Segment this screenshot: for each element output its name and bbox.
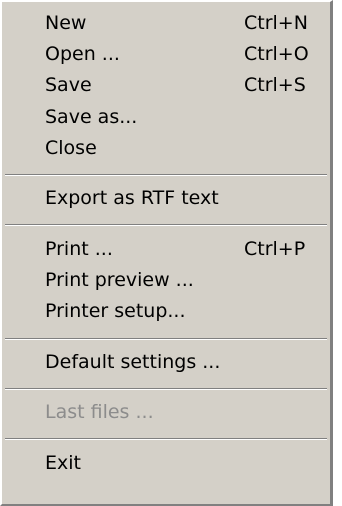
menu-item-new-shortcut: Ctrl+N: [244, 12, 308, 34]
menu-separator: [5, 224, 327, 226]
menu-item-printer-setup-label: Printer setup...: [45, 300, 186, 322]
menu-item-default-settings-label: Default settings ...: [45, 351, 221, 373]
menu-item-save-label: Save: [45, 74, 92, 96]
menu-item-save[interactable]: Save Ctrl+S: [2, 70, 330, 101]
menu-item-save-shortcut: Ctrl+S: [244, 74, 306, 96]
menu-item-last-files-label: Last files ...: [45, 401, 154, 423]
menu-item-save-as-label: Save as...: [45, 106, 138, 128]
menu-separator: [5, 438, 327, 440]
menu-separator: [5, 338, 327, 340]
menu-separator: [5, 388, 327, 390]
file-menu: New Ctrl+N Open ... Ctrl+O Save Ctrl+S S…: [0, 0, 333, 506]
menu-item-print-label: Print ...: [45, 238, 113, 260]
menu-item-save-as[interactable]: Save as...: [2, 102, 330, 133]
menu-item-open-shortcut: Ctrl+O: [244, 43, 309, 65]
menu-item-printer-setup[interactable]: Printer setup...: [2, 296, 330, 327]
menu-item-print-preview[interactable]: Print preview ...: [2, 265, 330, 296]
menu-item-close[interactable]: Close: [2, 133, 330, 164]
menu-item-close-label: Close: [45, 137, 97, 159]
menu-item-exit-label: Exit: [45, 452, 81, 474]
menu-item-export-rtf-label: Export as RTF text: [45, 187, 219, 209]
menu-item-new-label: New: [45, 12, 87, 34]
menu-separator: [5, 174, 327, 176]
menu-item-open[interactable]: Open ... Ctrl+O: [2, 39, 330, 70]
menu-item-open-label: Open ...: [45, 43, 120, 65]
menu-item-new[interactable]: New Ctrl+N: [2, 8, 330, 39]
menu-item-print[interactable]: Print ... Ctrl+P: [2, 234, 330, 265]
menu-item-exit[interactable]: Exit: [2, 448, 330, 479]
menu-item-export-rtf[interactable]: Export as RTF text: [2, 183, 330, 214]
menu-item-print-preview-label: Print preview ...: [45, 269, 194, 291]
menu-item-last-files: Last files ...: [2, 397, 330, 428]
menu-item-print-shortcut: Ctrl+P: [244, 238, 306, 260]
menu-item-default-settings[interactable]: Default settings ...: [2, 347, 330, 378]
